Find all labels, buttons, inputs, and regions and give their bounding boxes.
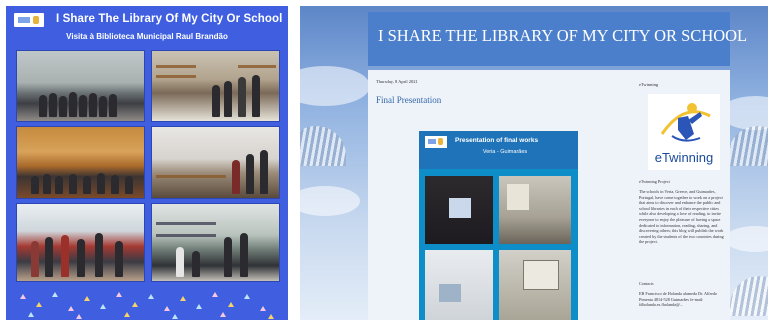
contacts-heading: Contacts bbox=[639, 281, 654, 286]
background-architecture bbox=[300, 126, 346, 166]
photo-students-in-reading-room bbox=[151, 50, 280, 122]
slide-header: Presentation of final works Veria - Guim… bbox=[419, 131, 578, 169]
photo-students-at-bookshelves bbox=[151, 203, 280, 282]
slide-subtitle: Veria - Guimarães bbox=[482, 149, 528, 155]
blog-content: Thursday, 8 April 2021 Final Presentatio… bbox=[368, 70, 730, 320]
etwinning-logo-icon bbox=[14, 13, 44, 27]
blog-page: I SHARE THE LIBRARY OF MY CITY OR SCHOOL… bbox=[300, 6, 768, 320]
project-heading: eTwinning Project bbox=[639, 179, 670, 184]
background-architecture bbox=[728, 126, 768, 166]
poster: I Share The Library Of My City Or School… bbox=[6, 6, 288, 320]
background-cloud bbox=[300, 186, 360, 216]
post-date: Thursday, 8 April 2021 bbox=[376, 79, 418, 84]
slide-photo bbox=[499, 250, 571, 320]
background-cloud bbox=[300, 66, 370, 106]
presentation-slide-image[interactable]: Presentation of final works Veria - Guim… bbox=[419, 131, 578, 320]
slide-photo bbox=[499, 176, 571, 244]
blog-header: I SHARE THE LIBRARY OF MY CITY OR SCHOOL bbox=[368, 12, 747, 66]
photo-students-seated-on-steps bbox=[16, 126, 145, 199]
sidebar-heading: eTwinning bbox=[639, 82, 659, 87]
post-title-link[interactable]: Final Presentation bbox=[376, 95, 441, 105]
photo-students-at-computers bbox=[151, 126, 280, 199]
poster-title: I Share The Library Of My City Or School bbox=[56, 13, 283, 25]
contacts-text: EB Francisco de Holanda alameda Dr. Alfr… bbox=[639, 291, 718, 308]
slide-photo bbox=[425, 250, 493, 320]
etwinning-figures-icon bbox=[660, 103, 711, 142]
poster-subtitle: Visita à Biblioteca Municipal Raul Brand… bbox=[66, 32, 228, 41]
etwinning-logo-image[interactable]: eTwinning bbox=[648, 94, 720, 170]
background-cloud bbox=[725, 226, 768, 252]
photo-students-browsing-shelves bbox=[16, 203, 145, 282]
slide-photo bbox=[425, 176, 493, 244]
project-description: The schools in Veria, Greece, and Guimar… bbox=[639, 189, 724, 245]
blog-title[interactable]: I SHARE THE LIBRARY OF MY CITY OR SCHOOL bbox=[378, 26, 747, 46]
photo-group-at-library-entrance bbox=[16, 50, 145, 122]
etwinning-logo-text: eTwinning bbox=[654, 150, 714, 165]
etwinning-logo-icon bbox=[425, 136, 447, 148]
slide-title: Presentation of final works bbox=[455, 137, 539, 144]
background-architecture bbox=[730, 276, 768, 316]
